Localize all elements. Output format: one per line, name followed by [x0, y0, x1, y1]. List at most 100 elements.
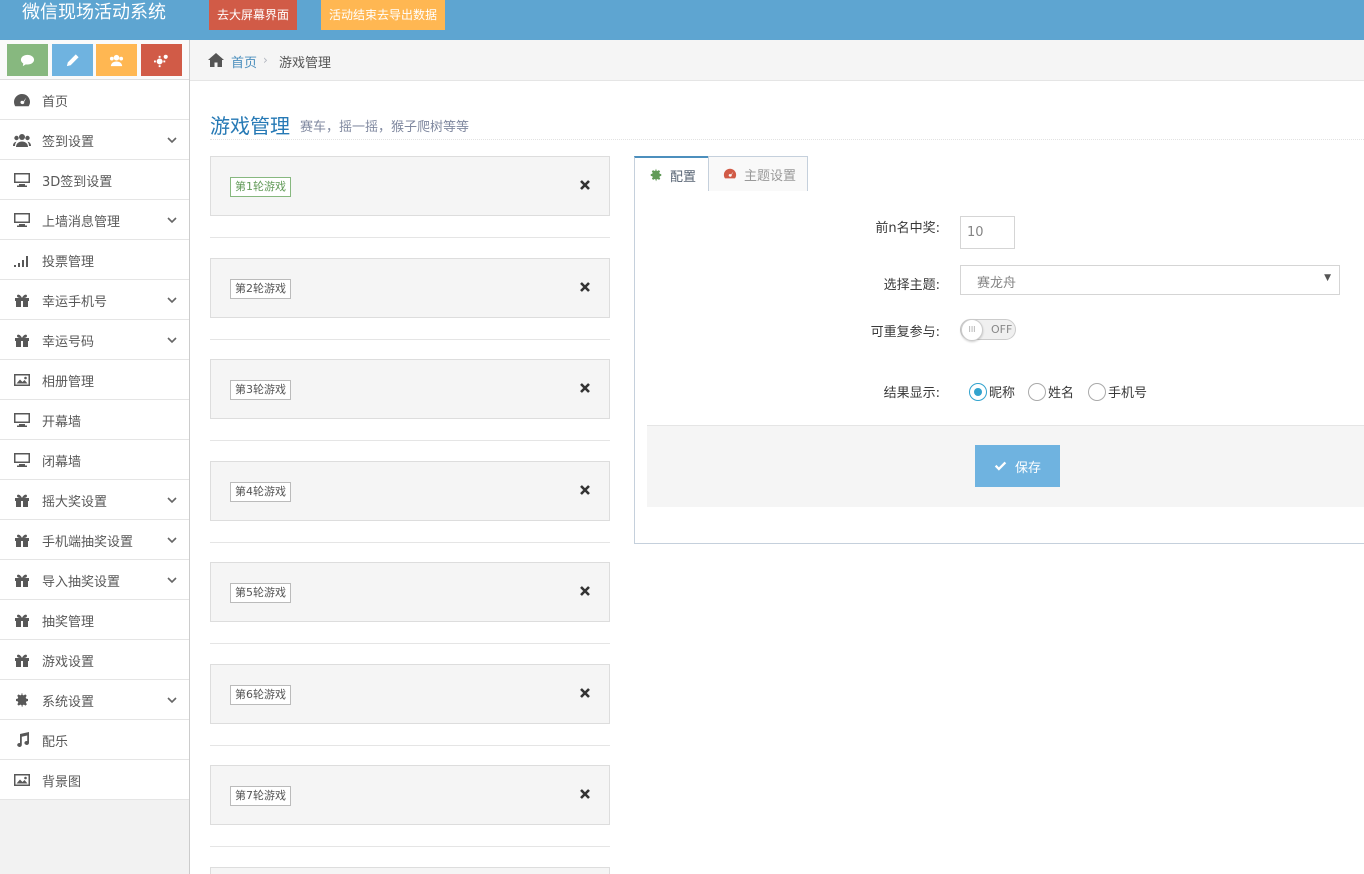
- brand-title[interactable]: 微信现场活动系统: [22, 0, 166, 26]
- sidebar-item-2[interactable]: 3D签到设置: [0, 160, 189, 200]
- radio-nickname[interactable]: [969, 382, 987, 401]
- game-card[interactable]: 第6轮游戏: [210, 664, 610, 724]
- check-icon: [994, 461, 1007, 471]
- game-card[interactable]: [210, 867, 610, 874]
- sidebar-item-label: 摇大奖设置: [42, 495, 108, 510]
- sidebar-item-label: 导入抽奖设置: [42, 575, 121, 590]
- repeat-toggle[interactable]: III OFF: [960, 319, 1016, 341]
- shortcut-comments-button[interactable]: [7, 44, 48, 76]
- tab-config[interactable]: 配置: [634, 156, 709, 193]
- users-icon: [12, 132, 32, 148]
- theme-select-value: 赛龙舟: [977, 276, 1017, 291]
- close-icon[interactable]: [579, 687, 593, 701]
- game-round-label[interactable]: 第3轮游戏: [230, 380, 291, 400]
- gift-icon: [12, 492, 32, 508]
- dashboard-icon: [723, 168, 737, 179]
- divider: [210, 846, 610, 847]
- game-card[interactable]: 第2轮游戏: [210, 258, 610, 318]
- result-option-nickname[interactable]: 昵称: [969, 382, 1015, 401]
- gift-icon: [12, 572, 32, 588]
- result-option-name[interactable]: 姓名: [1028, 382, 1074, 401]
- divider: [210, 643, 610, 644]
- signal-icon: [12, 252, 32, 268]
- shortcut-edit-button[interactable]: [52, 44, 93, 76]
- game-round-label[interactable]: 第7轮游戏: [230, 786, 291, 806]
- radio-phone-label: 手机号: [1108, 386, 1148, 401]
- breadcrumb: 首页 › 游戏管理: [190, 40, 1364, 81]
- sidebar-item-7[interactable]: 相册管理: [0, 360, 189, 400]
- close-icon[interactable]: [579, 585, 593, 599]
- result-label: 结果显示:: [883, 386, 940, 401]
- gift-icon: [12, 292, 32, 308]
- page-header: 游戏管理 赛车，摇一摇，猴子爬树等等: [210, 106, 1364, 140]
- sidebar-item-13[interactable]: 抽奖管理: [0, 600, 189, 640]
- close-icon[interactable]: [579, 788, 593, 802]
- gift-icon: [12, 612, 32, 628]
- sidebar-item-label: 相册管理: [42, 375, 95, 390]
- shortcut-users-button[interactable]: [96, 44, 137, 76]
- sidebar-item-label: 首页: [42, 95, 69, 110]
- sidebar-item-17[interactable]: 背景图: [0, 760, 189, 800]
- game-round-label[interactable]: 第5轮游戏: [230, 583, 291, 603]
- top-n-label: 前n名中奖:: [875, 221, 940, 236]
- radio-phone[interactable]: [1088, 382, 1106, 401]
- shortcut-settings-button[interactable]: [141, 44, 182, 76]
- chevron-down-icon: [167, 574, 177, 584]
- close-icon[interactable]: [579, 179, 593, 193]
- game-card[interactable]: 第4轮游戏: [210, 461, 610, 521]
- sidebar-item-5[interactable]: 幸运手机号: [0, 280, 189, 320]
- game-round-label[interactable]: 第1轮游戏: [230, 177, 291, 197]
- top-n-input[interactable]: [960, 216, 1015, 249]
- divider: [210, 440, 610, 441]
- theme-select[interactable]: 赛龙舟 ▼: [960, 265, 1340, 295]
- big-screen-button[interactable]: 去大屏幕界面: [209, 0, 297, 30]
- game-card[interactable]: 第7轮游戏: [210, 765, 610, 825]
- tab-bar: 配置 主题设置: [634, 155, 1364, 193]
- close-icon[interactable]: [579, 484, 593, 498]
- sidebar-item-3[interactable]: 上墙消息管理: [0, 200, 189, 240]
- result-option-phone[interactable]: 手机号: [1088, 382, 1147, 401]
- sidebar-item-6[interactable]: 幸运号码: [0, 320, 189, 360]
- export-data-button[interactable]: 活动结束去导出数据: [321, 0, 445, 30]
- cogs-icon: [154, 54, 168, 67]
- save-button-label: 保存: [1014, 460, 1041, 476]
- tab-config-label: 配置: [670, 169, 697, 185]
- sidebar-item-9[interactable]: 闭幕墙: [0, 440, 189, 480]
- sidebar-item-label: 配乐: [42, 735, 69, 750]
- radio-name-label: 姓名: [1048, 386, 1075, 401]
- breadcrumb-separator: ›: [263, 53, 268, 67]
- game-round-label[interactable]: 第2轮游戏: [230, 279, 291, 299]
- sidebar-item-1[interactable]: 签到设置: [0, 120, 189, 160]
- sidebar-item-0[interactable]: 首页: [0, 80, 189, 120]
- top-navbar: 微信现场活动系统 去大屏幕界面 活动结束去导出数据: [0, 0, 1364, 40]
- sidebar-item-11[interactable]: 手机端抽奖设置: [0, 520, 189, 560]
- close-icon[interactable]: [579, 382, 593, 396]
- game-round-label[interactable]: 第6轮游戏: [230, 685, 291, 705]
- sidebar-item-label: 上墙消息管理: [42, 215, 121, 230]
- sidebar-item-4[interactable]: 投票管理: [0, 240, 189, 280]
- tab-theme[interactable]: 主题设置: [708, 156, 808, 192]
- breadcrumb-home-link[interactable]: 首页: [231, 52, 257, 71]
- save-button[interactable]: 保存: [975, 445, 1060, 487]
- sidebar-item-12[interactable]: 导入抽奖设置: [0, 560, 189, 600]
- sidebar-item-8[interactable]: 开幕墙: [0, 400, 189, 440]
- users-icon: [109, 54, 124, 66]
- gift-icon: [12, 532, 32, 548]
- game-card[interactable]: 第3轮游戏: [210, 359, 610, 419]
- sidebar-item-label: 游戏设置: [42, 655, 95, 670]
- game-card[interactable]: 第1轮游戏: [210, 156, 610, 216]
- sidebar-item-14[interactable]: 游戏设置: [0, 640, 189, 680]
- radio-nickname-label: 昵称: [989, 386, 1016, 401]
- close-icon[interactable]: [579, 281, 593, 295]
- radio-name[interactable]: [1028, 382, 1046, 401]
- game-round-label[interactable]: 第4轮游戏: [230, 482, 291, 502]
- form-actions: 保存: [647, 425, 1364, 507]
- game-card[interactable]: 第5轮游戏: [210, 562, 610, 622]
- sidebar-item-10[interactable]: 摇大奖设置: [0, 480, 189, 520]
- sidebar-item-label: 投票管理: [42, 255, 95, 270]
- divider: [210, 745, 610, 746]
- sidebar-item-16[interactable]: 配乐: [0, 720, 189, 760]
- sidebar-item-label: 背景图: [42, 775, 82, 790]
- sidebar-item-15[interactable]: 系统设置: [0, 680, 189, 720]
- repeat-label: 可重复参与:: [870, 325, 940, 340]
